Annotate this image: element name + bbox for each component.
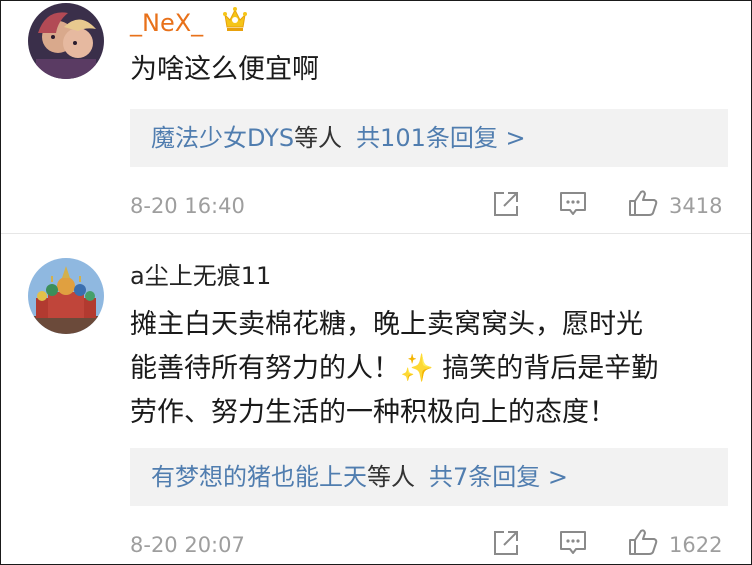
comment-text: 为啥这么便宜啊	[130, 48, 730, 92]
reply-count[interactable]: 共101条回复 >	[356, 124, 526, 152]
thumbs-up-icon[interactable]	[627, 187, 659, 219]
reply-names[interactable]: 有梦想的猪也能上天	[151, 463, 367, 491]
comment-icon[interactable]	[558, 528, 588, 558]
comment-item: a尘上无痕11 摊主白天卖棉花糖，晚上卖窝窝头，愿时光 能善待所有努力的人！✨ …	[1, 234, 751, 564]
share-icon[interactable]	[491, 189, 521, 219]
reply-summary-link[interactable]: 有梦想的猪也能上天等人 共7条回复 >	[130, 448, 728, 506]
comment-text: 摊主白天卖棉花糖，晚上卖窝窝头，愿时光 能善待所有努力的人！✨ 搞笑的背后是辛勤…	[130, 303, 730, 435]
comment-text-line: 摊主白天卖棉花糖，晚上卖窝窝头，愿时光	[130, 309, 643, 340]
comment-meta: 8-20 20:07 1622	[130, 526, 730, 564]
avatar[interactable]	[28, 3, 104, 79]
like-count: 3418	[669, 194, 723, 218]
comment-icon[interactable]	[558, 189, 588, 219]
share-icon[interactable]	[491, 528, 521, 558]
reply-summary-link[interactable]: 魔法少女DYS等人 共101条回复 >	[130, 109, 728, 167]
crown-icon	[223, 7, 247, 31]
comment-text-line: 能善待所有努力的人！✨ 搞笑的背后是辛勤	[130, 353, 659, 384]
avatar[interactable]	[28, 258, 104, 334]
comment-list: _NeX_ 为啥这么便宜啊 魔法少女DYS等人 共101条回复 > 8-20 16…	[0, 0, 752, 565]
reply-names-suffix: 等人	[367, 463, 415, 491]
username[interactable]: a尘上无痕11	[130, 261, 271, 291]
comment-item: _NeX_ 为啥这么便宜啊 魔法少女DYS等人 共101条回复 > 8-20 16…	[1, 1, 751, 233]
username[interactable]: _NeX_	[130, 8, 203, 38]
comment-text-line: 劳作、努力生活的一种积极向上的态度！	[130, 397, 616, 428]
thumbs-up-icon[interactable]	[627, 526, 659, 558]
timestamp: 8-20 20:07	[130, 533, 245, 557]
like-count: 1622	[669, 533, 723, 557]
comment-text-line: 为啥这么便宜啊	[130, 54, 319, 85]
timestamp: 8-20 16:40	[130, 194, 245, 218]
reply-names[interactable]: 魔法少女DYS	[151, 124, 294, 152]
comment-meta: 8-20 16:40 3418	[130, 187, 730, 227]
reply-names-suffix: 等人	[294, 124, 343, 152]
reply-count[interactable]: 共7条回复 >	[429, 463, 568, 491]
